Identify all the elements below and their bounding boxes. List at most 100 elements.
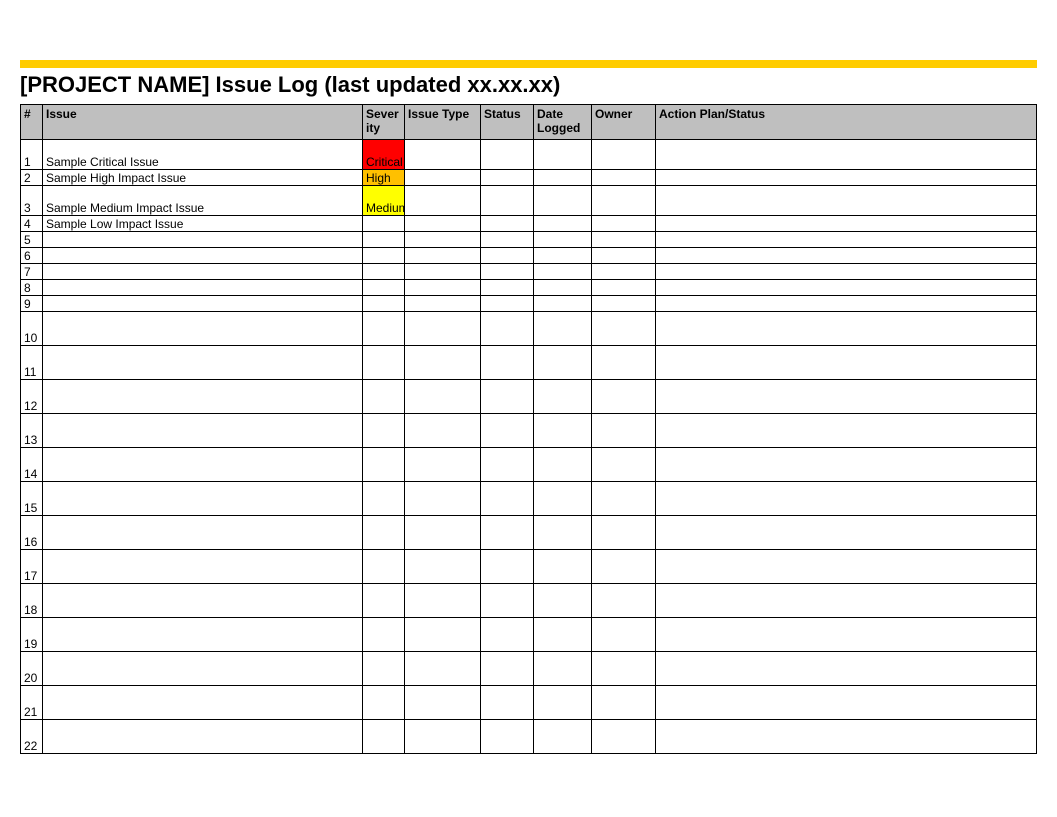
cell-action-plan[interactable] bbox=[656, 312, 1037, 346]
cell-date-logged[interactable] bbox=[534, 516, 592, 550]
cell-severity[interactable]: Critical bbox=[363, 140, 405, 170]
cell-num[interactable]: 20 bbox=[21, 652, 43, 686]
cell-issue[interactable] bbox=[43, 550, 363, 584]
cell-action-plan[interactable] bbox=[656, 346, 1037, 380]
cell-num[interactable]: 15 bbox=[21, 482, 43, 516]
cell-issue-type[interactable] bbox=[405, 380, 481, 414]
cell-issue[interactable] bbox=[43, 312, 363, 346]
cell-issue[interactable] bbox=[43, 296, 363, 312]
cell-owner[interactable] bbox=[592, 346, 656, 380]
cell-status[interactable] bbox=[481, 482, 534, 516]
cell-status[interactable] bbox=[481, 414, 534, 448]
cell-severity[interactable] bbox=[363, 720, 405, 754]
cell-action-plan[interactable] bbox=[656, 652, 1037, 686]
cell-issue[interactable] bbox=[43, 584, 363, 618]
cell-issue[interactable] bbox=[43, 482, 363, 516]
cell-action-plan[interactable] bbox=[656, 720, 1037, 754]
cell-severity[interactable]: Medium bbox=[363, 186, 405, 216]
cell-issue-type[interactable] bbox=[405, 482, 481, 516]
cell-date-logged[interactable] bbox=[534, 248, 592, 264]
cell-owner[interactable] bbox=[592, 264, 656, 280]
cell-date-logged[interactable] bbox=[534, 652, 592, 686]
cell-date-logged[interactable] bbox=[534, 296, 592, 312]
cell-issue-type[interactable] bbox=[405, 312, 481, 346]
cell-issue-type[interactable] bbox=[405, 516, 481, 550]
cell-severity[interactable] bbox=[363, 264, 405, 280]
cell-date-logged[interactable] bbox=[534, 720, 592, 754]
cell-num[interactable]: 9 bbox=[21, 296, 43, 312]
cell-severity[interactable] bbox=[363, 248, 405, 264]
cell-date-logged[interactable] bbox=[534, 380, 592, 414]
cell-issue[interactable] bbox=[43, 346, 363, 380]
cell-num[interactable]: 4 bbox=[21, 216, 43, 232]
cell-severity[interactable] bbox=[363, 296, 405, 312]
cell-date-logged[interactable] bbox=[534, 280, 592, 296]
cell-status[interactable] bbox=[481, 584, 534, 618]
cell-date-logged[interactable] bbox=[534, 232, 592, 248]
cell-action-plan[interactable] bbox=[656, 296, 1037, 312]
cell-owner[interactable] bbox=[592, 584, 656, 618]
cell-num[interactable]: 12 bbox=[21, 380, 43, 414]
cell-num[interactable]: 2 bbox=[21, 170, 43, 186]
cell-owner[interactable] bbox=[592, 296, 656, 312]
cell-date-logged[interactable] bbox=[534, 140, 592, 170]
cell-status[interactable] bbox=[481, 380, 534, 414]
cell-action-plan[interactable] bbox=[656, 414, 1037, 448]
cell-status[interactable] bbox=[481, 232, 534, 248]
cell-issue[interactable] bbox=[43, 380, 363, 414]
cell-issue[interactable]: Sample Critical Issue bbox=[43, 140, 363, 170]
cell-num[interactable]: 14 bbox=[21, 448, 43, 482]
cell-issue[interactable] bbox=[43, 264, 363, 280]
cell-issue-type[interactable] bbox=[405, 264, 481, 280]
cell-date-logged[interactable] bbox=[534, 170, 592, 186]
cell-status[interactable] bbox=[481, 248, 534, 264]
cell-owner[interactable] bbox=[592, 482, 656, 516]
cell-date-logged[interactable] bbox=[534, 618, 592, 652]
cell-num[interactable]: 11 bbox=[21, 346, 43, 380]
cell-date-logged[interactable] bbox=[534, 414, 592, 448]
cell-issue-type[interactable] bbox=[405, 296, 481, 312]
cell-num[interactable]: 18 bbox=[21, 584, 43, 618]
cell-num[interactable]: 1 bbox=[21, 140, 43, 170]
cell-severity[interactable] bbox=[363, 346, 405, 380]
cell-severity[interactable] bbox=[363, 216, 405, 232]
cell-owner[interactable] bbox=[592, 380, 656, 414]
cell-issue-type[interactable] bbox=[405, 248, 481, 264]
cell-owner[interactable] bbox=[592, 720, 656, 754]
cell-issue-type[interactable] bbox=[405, 584, 481, 618]
cell-issue[interactable] bbox=[43, 280, 363, 296]
cell-num[interactable]: 5 bbox=[21, 232, 43, 248]
cell-issue[interactable] bbox=[43, 248, 363, 264]
cell-status[interactable] bbox=[481, 186, 534, 216]
cell-date-logged[interactable] bbox=[534, 584, 592, 618]
cell-severity[interactable] bbox=[363, 232, 405, 248]
cell-num[interactable]: 6 bbox=[21, 248, 43, 264]
cell-status[interactable] bbox=[481, 448, 534, 482]
cell-date-logged[interactable] bbox=[534, 264, 592, 280]
cell-status[interactable] bbox=[481, 280, 534, 296]
cell-owner[interactable] bbox=[592, 516, 656, 550]
cell-issue-type[interactable] bbox=[405, 618, 481, 652]
cell-num[interactable]: 7 bbox=[21, 264, 43, 280]
cell-owner[interactable] bbox=[592, 248, 656, 264]
cell-severity[interactable] bbox=[363, 516, 405, 550]
cell-date-logged[interactable] bbox=[534, 482, 592, 516]
cell-issue[interactable] bbox=[43, 652, 363, 686]
cell-action-plan[interactable] bbox=[656, 248, 1037, 264]
cell-severity[interactable] bbox=[363, 482, 405, 516]
cell-issue-type[interactable] bbox=[405, 720, 481, 754]
cell-date-logged[interactable] bbox=[534, 346, 592, 380]
cell-action-plan[interactable] bbox=[656, 584, 1037, 618]
cell-num[interactable]: 16 bbox=[21, 516, 43, 550]
cell-status[interactable] bbox=[481, 170, 534, 186]
cell-issue[interactable]: Sample Low Impact Issue bbox=[43, 216, 363, 232]
cell-owner[interactable] bbox=[592, 448, 656, 482]
cell-severity[interactable]: High bbox=[363, 170, 405, 186]
cell-date-logged[interactable] bbox=[534, 312, 592, 346]
cell-issue[interactable]: Sample High Impact Issue bbox=[43, 170, 363, 186]
cell-status[interactable] bbox=[481, 216, 534, 232]
cell-issue-type[interactable] bbox=[405, 232, 481, 248]
cell-severity[interactable] bbox=[363, 380, 405, 414]
cell-status[interactable] bbox=[481, 550, 534, 584]
cell-severity[interactable] bbox=[363, 652, 405, 686]
